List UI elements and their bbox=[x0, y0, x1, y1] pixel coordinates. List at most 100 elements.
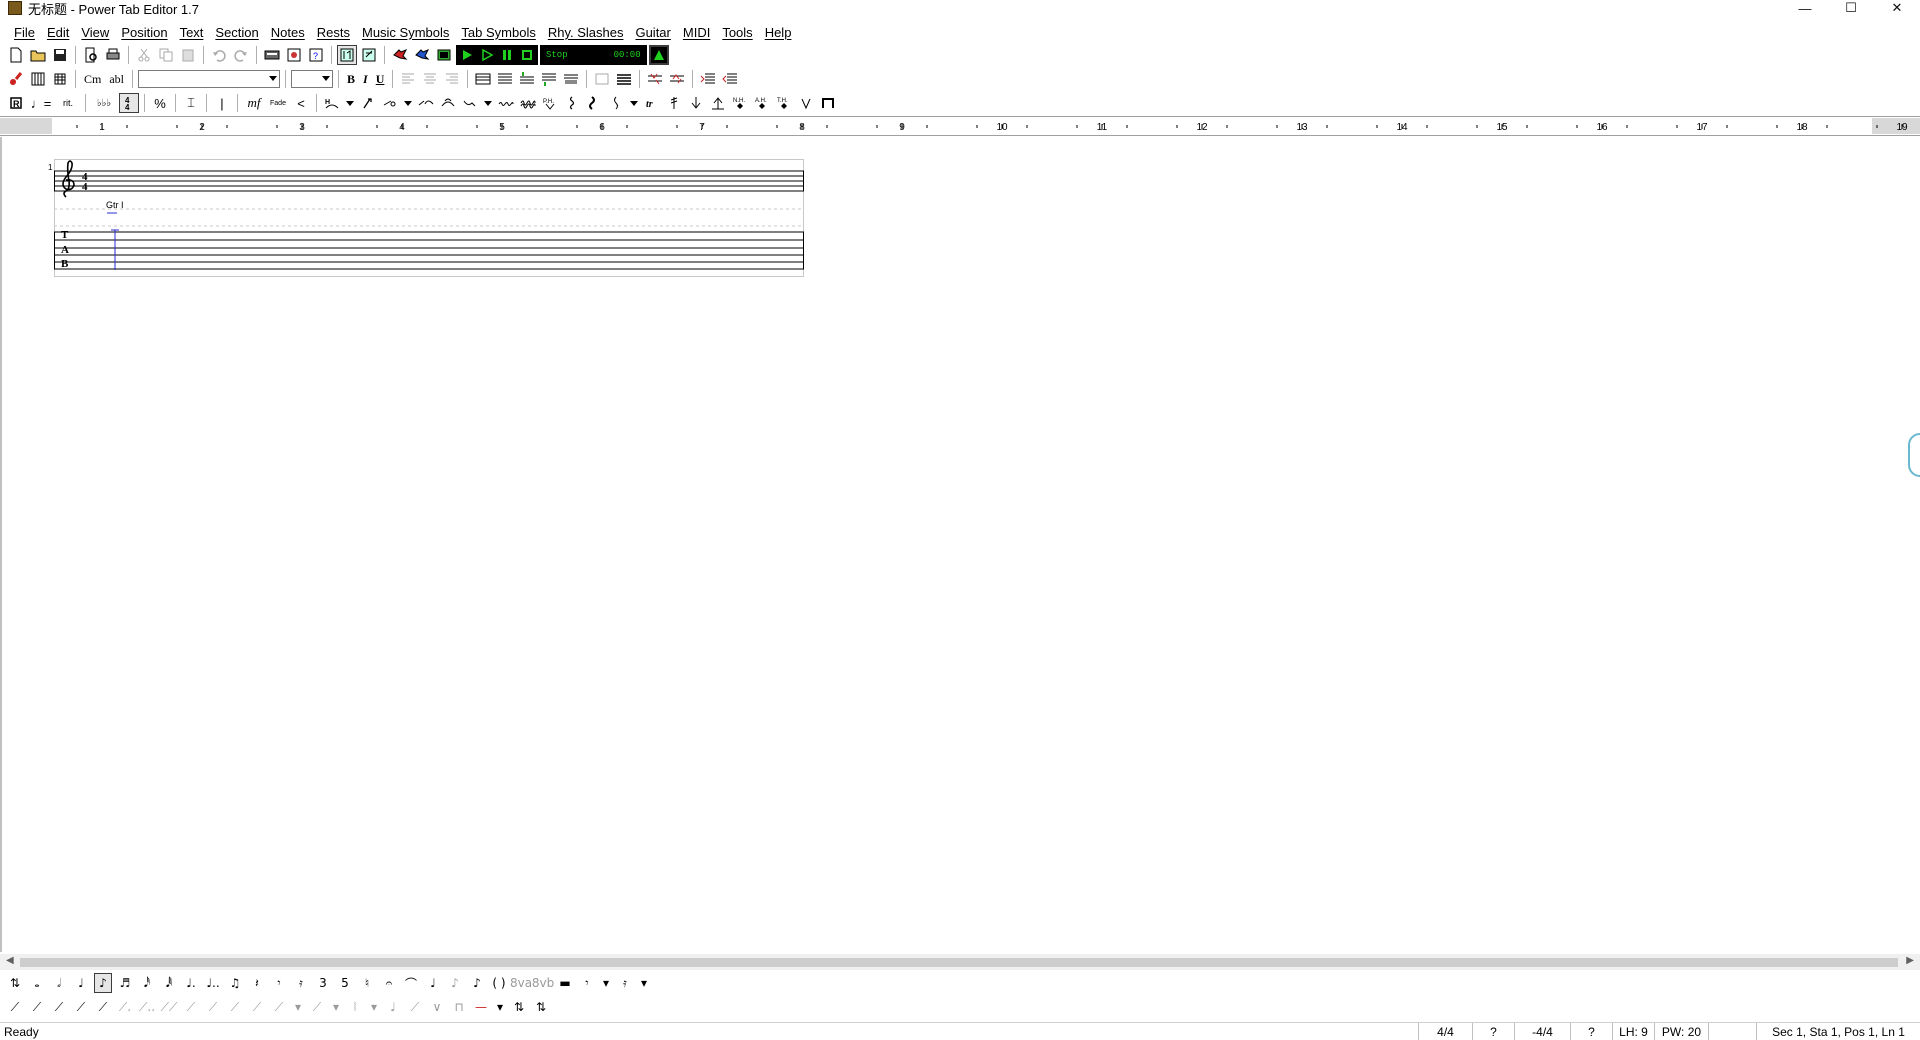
stretch-system-button[interactable] bbox=[614, 69, 634, 89]
parenthesis-icon[interactable]: ( ) bbox=[490, 973, 508, 993]
text-insert-button[interactable]: abl bbox=[106, 69, 127, 89]
align-right-button[interactable] bbox=[442, 69, 462, 89]
paste-button[interactable] bbox=[178, 45, 198, 65]
stop-icon[interactable] bbox=[520, 48, 534, 62]
arpeggio-up-button[interactable] bbox=[562, 93, 582, 113]
fermata-icon[interactable]: ⌒ bbox=[402, 973, 420, 993]
open-file-button[interactable] bbox=[28, 45, 48, 65]
rest-half-icon[interactable]: 𝄾 bbox=[270, 973, 288, 993]
double-dotted-note-icon[interactable]: ♩.. bbox=[204, 973, 222, 993]
horizontal-scrollbar[interactable]: ◀ ▶ bbox=[0, 954, 1920, 970]
bold-button[interactable]: B bbox=[344, 69, 358, 89]
shift-left-button[interactable] bbox=[645, 69, 665, 89]
tremolo-bar-button[interactable] bbox=[584, 93, 604, 113]
slash-tie-icon[interactable]: ⟋⟋ bbox=[160, 997, 178, 1017]
scrollbar-thumb[interactable] bbox=[20, 958, 1898, 967]
direction-button[interactable]: ⌶ bbox=[181, 93, 201, 113]
crescendo-button[interactable]: < bbox=[291, 93, 311, 113]
increase-width-button[interactable] bbox=[698, 69, 718, 89]
upstroke-button[interactable] bbox=[796, 93, 816, 113]
menu-rhy-slashes[interactable]: Rhy. Slashes bbox=[542, 25, 630, 40]
thirty-second-note-icon[interactable]: 𝅘𝅥𝅰 bbox=[138, 973, 156, 993]
menu-rests[interactable]: Rests bbox=[311, 25, 356, 40]
rest-whole-icon[interactable]: 𝄽 bbox=[248, 973, 266, 993]
repeat-sign-button[interactable]: % bbox=[150, 93, 170, 113]
side-widget[interactable] bbox=[1908, 433, 1920, 477]
score-info-button[interactable] bbox=[284, 45, 304, 65]
barline-button[interactable] bbox=[592, 69, 612, 89]
dynamic-button[interactable]: mf bbox=[243, 93, 265, 113]
half-note-icon[interactable]: 𝅗𝅥 bbox=[50, 973, 68, 993]
slash-dropdown-4[interactable]: ▾ bbox=[494, 997, 506, 1017]
menu-view[interactable]: View bbox=[75, 25, 115, 40]
insert-staff-button[interactable] bbox=[495, 69, 515, 89]
key-signature-button[interactable]: ♭♭♭ bbox=[91, 93, 117, 113]
slash-half-icon[interactable]: ⟋ bbox=[28, 997, 46, 1017]
menu-section[interactable]: Section bbox=[209, 25, 264, 40]
scroll-lock-button[interactable] bbox=[648, 45, 669, 65]
slash-color-icon[interactable]: — bbox=[472, 997, 490, 1017]
note-position-icon[interactable]: ⇅ bbox=[6, 973, 24, 993]
slash-stroke-down-icon[interactable]: ⊓ bbox=[450, 997, 468, 1017]
slash-pick-icon[interactable]: ⟋ bbox=[406, 997, 424, 1017]
slash-triplet-icon[interactable]: ♩ bbox=[384, 997, 402, 1017]
menu-file[interactable]: File bbox=[8, 25, 41, 40]
ritardando-button[interactable]: rit. bbox=[56, 93, 80, 113]
pick-down-button[interactable] bbox=[686, 93, 706, 113]
tied-note-icon[interactable]: ♮ bbox=[358, 973, 376, 993]
slash-ghost-icon[interactable]: ⟋ bbox=[270, 997, 288, 1017]
rest-dropdown[interactable]: ▾ bbox=[600, 973, 612, 993]
minimize-button[interactable]: — bbox=[1782, 0, 1828, 16]
insert-system-button[interactable] bbox=[473, 69, 493, 89]
scroll-left-icon[interactable]: ◀ bbox=[6, 955, 14, 966]
font-name-combo[interactable] bbox=[138, 70, 281, 88]
release-button[interactable] bbox=[460, 93, 480, 113]
pick-up-button[interactable] bbox=[708, 93, 728, 113]
menu-music-symbols[interactable]: Music Symbols bbox=[356, 25, 455, 40]
shift-right-button[interactable] bbox=[667, 69, 687, 89]
slash-stroke-up-icon[interactable]: ∨ bbox=[428, 997, 446, 1017]
metronome-button[interactable] bbox=[434, 45, 454, 65]
natural-harmonic-button[interactable]: N.H. bbox=[730, 93, 750, 113]
menu-guitar[interactable]: Guitar bbox=[629, 25, 676, 40]
sixteenth-note-icon[interactable]: ♬ bbox=[116, 973, 134, 993]
score-document[interactable]: 4 4 1 Gtr I T A B bbox=[0, 137, 1920, 952]
rest-eighth-icon[interactable]: 𝄾 bbox=[578, 973, 596, 993]
maximize-button[interactable]: ☐ bbox=[1828, 0, 1874, 16]
accent-icon[interactable]: ♪ bbox=[468, 973, 486, 993]
menu-notes[interactable]: Notes bbox=[265, 25, 311, 40]
bend-button[interactable] bbox=[438, 93, 458, 113]
align-center-button[interactable] bbox=[420, 69, 440, 89]
rest-dropdown-2[interactable]: ▾ bbox=[638, 973, 650, 993]
menu-tab-symbols[interactable]: Tab Symbols bbox=[455, 25, 541, 40]
rest-quarter-icon[interactable]: 𝄿 bbox=[292, 973, 310, 993]
tie-group-icon[interactable]: ♫ bbox=[226, 973, 244, 993]
insert-staff-after-button[interactable] bbox=[539, 69, 559, 89]
bass-score-button[interactable] bbox=[359, 45, 379, 65]
arpeggio-dropdown[interactable] bbox=[628, 93, 640, 113]
shift-slide-button[interactable] bbox=[416, 93, 436, 113]
hammer-dropdown[interactable] bbox=[344, 93, 356, 113]
rehearsal-sign-button[interactable]: R bbox=[6, 93, 26, 113]
rest-sixteenth-icon[interactable]: 𝄿 bbox=[616, 973, 634, 993]
slash-sixteenth-icon[interactable]: ⟋ bbox=[94, 997, 112, 1017]
slash-double-dotted-icon[interactable]: ⟋.. bbox=[138, 997, 156, 1017]
italic-button[interactable]: I bbox=[360, 69, 371, 89]
underline-button[interactable]: U bbox=[373, 69, 388, 89]
copy-button[interactable] bbox=[156, 45, 176, 65]
quarter-note-icon[interactable]: ♩ bbox=[72, 973, 90, 993]
artificial-harmonic-button[interactable]: A.H. bbox=[752, 93, 772, 113]
hammer-on-button[interactable]: H bbox=[322, 93, 342, 113]
slash-slide-icon[interactable]: ⟋ bbox=[308, 997, 326, 1017]
slash-arpeggio-icon[interactable]: ⦚ bbox=[346, 997, 364, 1017]
slash-rest-icon[interactable]: ⟋ bbox=[182, 997, 200, 1017]
scroll-right-icon[interactable]: ▶ bbox=[1906, 955, 1914, 966]
muted-note-icon[interactable]: ♩ bbox=[424, 973, 442, 993]
slash-dropdown-3[interactable]: ▾ bbox=[368, 997, 380, 1017]
close-button[interactable]: ✕ bbox=[1874, 0, 1920, 16]
eighth-note-icon[interactable]: ♪ bbox=[94, 973, 112, 993]
dotted-note-icon[interactable]: ♩. bbox=[182, 973, 200, 993]
chord-name-button[interactable]: Cm bbox=[81, 69, 104, 89]
octave-up-icon[interactable]: 8va bbox=[510, 973, 532, 993]
remove-slash-icon[interactable]: ⇅ bbox=[532, 997, 550, 1017]
